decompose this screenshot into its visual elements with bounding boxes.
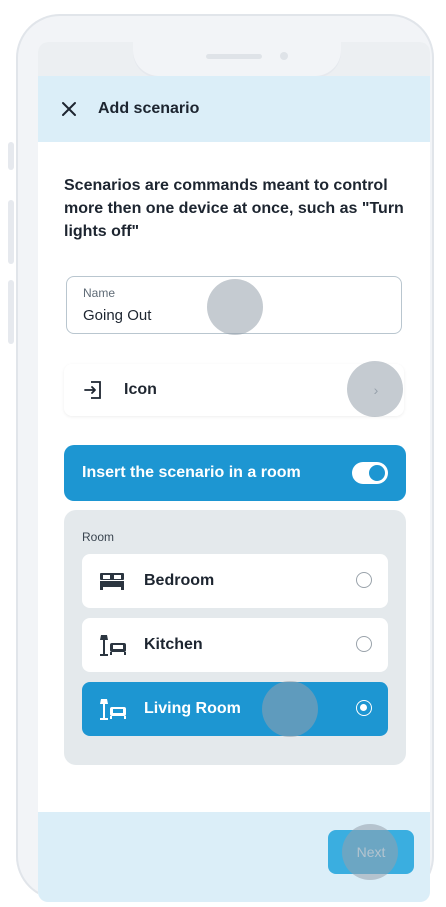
- room-option-living-room[interactable]: Living Room: [82, 682, 388, 736]
- app-header: Add scenario: [38, 76, 430, 142]
- sign-in-icon: [82, 379, 104, 401]
- app-screenshot: Add scenario Scenarios are commands mean…: [0, 0, 446, 907]
- phone-side-button: [8, 142, 14, 170]
- room-radio-bedroom[interactable]: [356, 572, 372, 588]
- app-screen: Add scenario Scenarios are commands mean…: [38, 42, 430, 902]
- room-panel: Room Bedroom Kitchen Living Room: [64, 510, 406, 765]
- toggle-knob: [369, 465, 385, 481]
- name-field-label: Name: [83, 286, 116, 300]
- room-panel-label: Room: [82, 530, 115, 544]
- scenario-description: Scenarios are commands meant to control …: [64, 177, 404, 240]
- room-radio-living-room[interactable]: [356, 700, 372, 716]
- bed-icon: [98, 569, 128, 593]
- room-option-kitchen[interactable]: Kitchen: [82, 618, 388, 672]
- insert-in-room-toggle[interactable]: [352, 462, 388, 484]
- phone-side-button: [8, 280, 14, 344]
- phone-side-button: [8, 200, 14, 264]
- icon-row-label: Icon: [124, 381, 157, 398]
- lamp-armchair-icon: [98, 697, 128, 721]
- name-field-value[interactable]: Going Out: [83, 307, 151, 324]
- insert-in-room-toggle-row[interactable]: Insert the scenario in a room: [64, 445, 406, 501]
- room-label: Kitchen: [144, 636, 203, 653]
- room-option-bedroom[interactable]: Bedroom: [82, 554, 388, 608]
- page-title: Add scenario: [98, 100, 200, 117]
- radio-selected-dot: [360, 704, 367, 711]
- lamp-armchair-icon: [98, 633, 128, 657]
- close-icon[interactable]: [58, 98, 80, 120]
- room-label: Living Room: [144, 700, 241, 717]
- phone-speaker: [206, 54, 262, 59]
- room-radio-kitchen[interactable]: [356, 636, 372, 652]
- touch-indicator: [262, 681, 318, 737]
- touch-indicator: [207, 279, 263, 335]
- insert-in-room-label: Insert the scenario in a room: [82, 464, 301, 481]
- room-label: Bedroom: [144, 572, 215, 589]
- touch-indicator: [347, 361, 403, 417]
- phone-notch: [133, 42, 341, 76]
- touch-indicator: [342, 824, 398, 880]
- phone-camera: [280, 52, 288, 60]
